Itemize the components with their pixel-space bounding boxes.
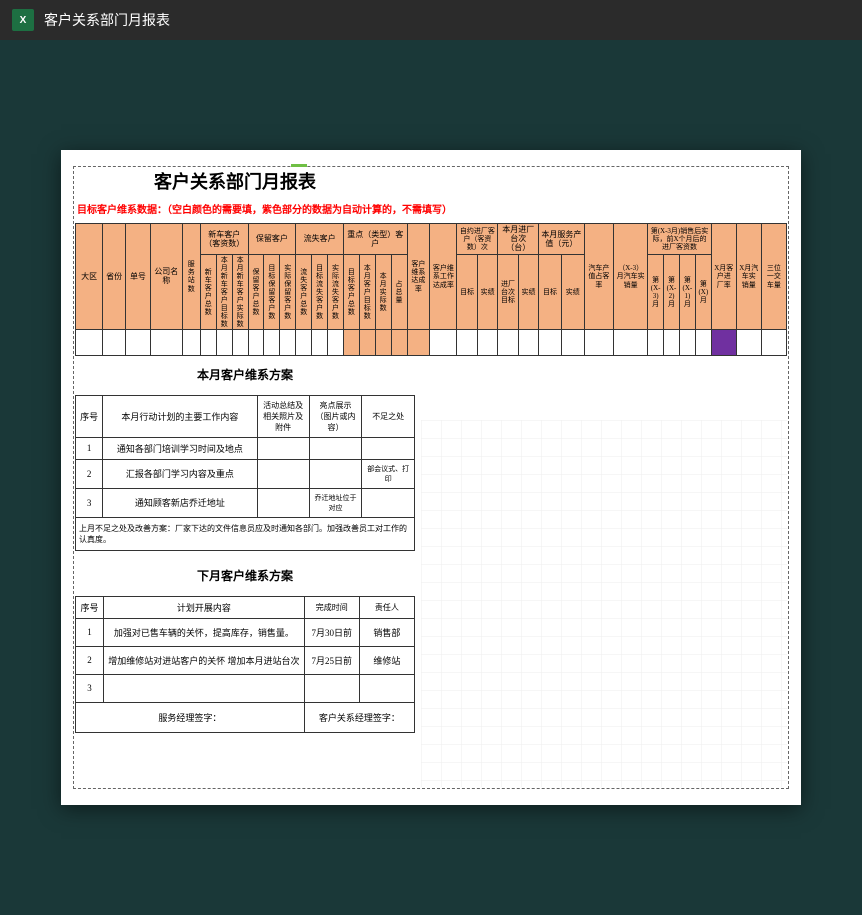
sh-oa: 实绩 [561,254,584,329]
h-3in1: 三位一交车量 [761,224,786,330]
plan-this-title: 本月客户维系方案 [75,356,415,393]
sh-x31: 第(X-3)月 [648,254,664,329]
h-output: 本月服务产值（元） [539,224,584,255]
excel-icon: X [12,9,34,31]
h-region: 大区 [76,224,103,330]
sh-lost1: 流失客户总数 [296,254,312,329]
sh-x33: 第(X-1)月 [679,254,695,329]
pn-h-no: 序号 [76,596,104,618]
h-company: 公司名称 [150,224,182,330]
sh-lost3: 实际流失客户数 [328,254,344,329]
red-instruction: 目标客户维系数据：（空白颜色的需要填，紫色部分的数据为自动计算的，不需填写） [77,204,787,217]
table-row: 2增加维修站对进站客户的关怀 增加本月进站台次7月25日前维修站 [76,646,415,674]
sh-keep1: 保留客户总数 [248,254,264,329]
h-keycust: 重点（类型）客户 [343,224,407,255]
h-carcmp: 汽车产值占客率 [584,224,614,330]
h-xsale: X月汽车实销量 [736,224,761,330]
sh-new3: 本月新车客户实际数 [232,254,248,329]
document-page: 客户关系部门月报表 目标客户维系数据：（空白颜色的需要填，紫色部分的数据为自动计… [61,150,801,805]
h-first: 第(X-3月)销售后实际，前X个月后的进厂客资数 [648,224,712,255]
h-entry: 自约进厂客户（客资数）次 [457,224,498,255]
sh-ot: 目标 [539,254,562,329]
sh-ea: 实绩 [477,254,497,329]
app-toolbar: X 客户关系部门月报表 [0,0,862,40]
pn-h-owner: 责任人 [359,596,414,618]
h-svc: 服务站数 [182,224,200,330]
data-row [76,329,787,355]
main-data-table: 大区 省份 单号 公司名称 服务站数 新车客户（客资数） 保留客户 流失客户 重… [75,223,787,356]
pt-h-lack: 不足之处 [362,395,415,437]
remark-row: 上月不足之处及改善方案：厂家下达的文件信息员应及时通知各部门。加强改善员工对工作… [76,517,415,550]
sh-lost2: 目标流失客户数 [312,254,328,329]
page-title: 客户关系部门月报表 [135,168,335,194]
sh-x34: 第(X)月 [695,254,711,329]
pt-h-summary: 活动总结及相关照片及附件 [257,395,309,437]
sh-key2: 本月客户目标数 [359,254,375,329]
pt-h-no: 序号 [76,395,103,437]
sh-va: 实绩 [518,254,538,329]
table-row: 3通知顾客新店乔迁地址乔迁地址位于对应 [76,488,415,517]
pn-h-content: 计划开展内容 [104,596,305,618]
sh-key3: 本月实际数 [375,254,391,329]
h-prev: （X-3）月汽车实销量 [614,224,648,330]
pn-h-done: 完成时间 [304,596,359,618]
green-marker [291,164,307,167]
h-single: 单号 [125,224,150,330]
sh-new2: 本月新车客户目标数 [216,254,232,329]
svc-mgr-sign: 服务经理签字： [76,702,305,732]
sign-row: 服务经理签字： 客户关系经理签字： [76,702,415,732]
plan-next-table: 序号 计划开展内容 完成时间 责任人 1加强对已售车辆的关怀，提高库存，销售量。… [75,596,415,733]
sh-key1: 目标客户总数 [343,254,359,329]
table-row: 3 [76,674,415,702]
h-keepcust: 保留客户 [248,224,296,255]
crm-mgr-sign: 客户关系经理签字： [304,702,414,732]
table-row: 2汇报各部门学习内容及重点部会议式、打印 [76,459,415,488]
h-rate: 客户维系达成率 [407,224,430,330]
h-workrate: 客户维系工作达成率 [430,224,457,330]
sh-vt: 进厂台次目标 [498,254,518,329]
auto-calc-cell [711,329,736,355]
stage: 客户关系部门月报表 目标客户维系数据：（空白颜色的需要填，紫色部分的数据为自动计… [0,40,862,915]
plan-this-table: 序号 本月行动计划的主要工作内容 活动总结及相关照片及附件 亮点展示（图片或内容… [75,395,415,551]
h-province: 省份 [103,224,126,330]
sh-keep2: 目标保留客户数 [264,254,280,329]
table-row: 1加强对已售车辆的关怀，提高库存，销售量。7月30日前销售部 [76,618,415,646]
h-lostcust: 流失客户 [296,224,344,255]
pt-h-content: 本月行动计划的主要工作内容 [103,395,257,437]
sh-key4: 占总量 [391,254,407,329]
grid-background [421,420,787,787]
sh-x32: 第(X-2)月 [664,254,680,329]
sh-et: 目标 [457,254,477,329]
pt-h-show: 亮点展示（图片或内容） [309,395,362,437]
file-title: 客户关系部门月报表 [44,10,170,30]
table-row: 1通知各部门培训学习时间及地点 [76,437,415,459]
h-visit: 本月进厂台次（台） [498,224,539,255]
plan-next-title: 下月客户维系方案 [75,551,415,594]
h-xmonth: X月客户进厂率 [711,224,736,330]
h-newcust: 新车客户（客资数） [200,224,248,255]
sh-keep3: 实际保留客户数 [280,254,296,329]
sh-new1: 新车客户总数 [200,254,216,329]
